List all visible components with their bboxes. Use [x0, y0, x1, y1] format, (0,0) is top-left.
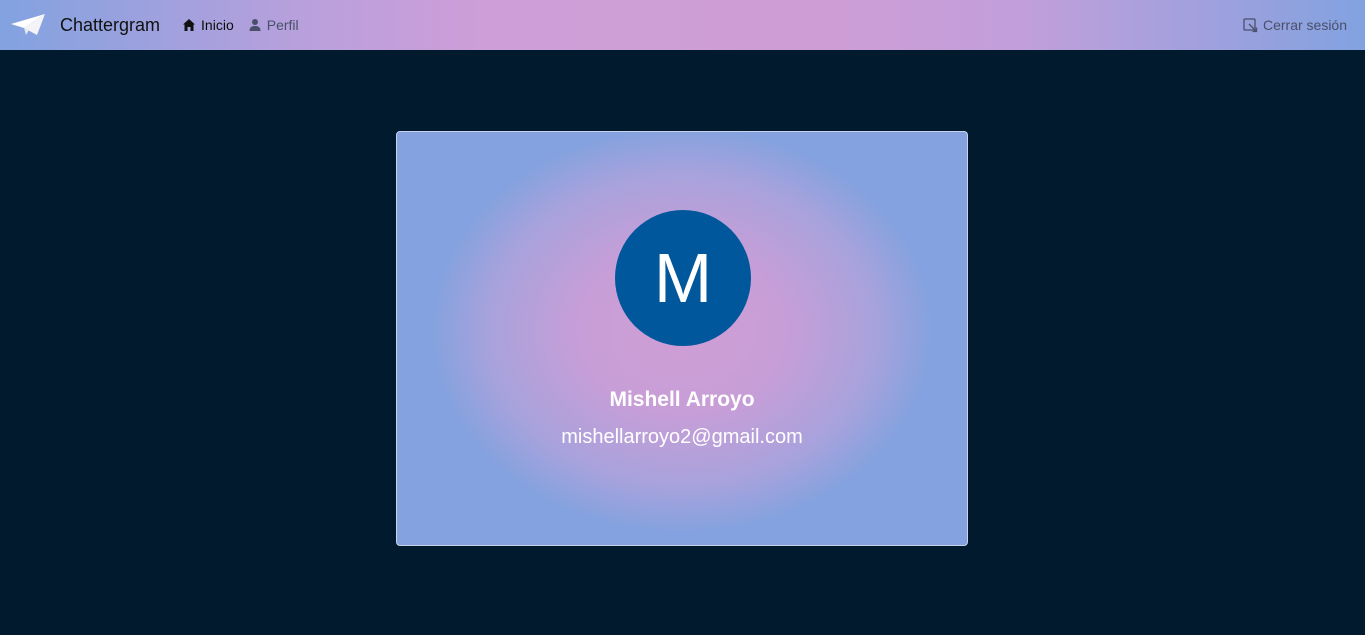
nav-link-perfil-label: Perfil [266, 17, 299, 33]
avatar: M [615, 210, 751, 346]
brand-name: Chattergram [60, 14, 161, 35]
logout-button[interactable]: Cerrar sesión [1243, 0, 1347, 50]
nav-link-perfil[interactable]: Perfil [248, 17, 299, 33]
nav-link-inicio[interactable]: Inicio [182, 17, 234, 33]
nav-link-inicio-label: Inicio [201, 17, 234, 33]
user-icon [248, 18, 262, 32]
logout-icon [1243, 17, 1258, 33]
top-navbar: Chattergram Inicio Perfil Cerrar sesión [0, 0, 1365, 50]
user-email: mishellarroyo2@gmail.com [561, 426, 803, 448]
user-name: Mishell Arroyo [609, 388, 755, 411]
logout-label: Cerrar sesión [1262, 17, 1347, 33]
nav-links: Inicio Perfil [182, 17, 313, 33]
paper-plane-icon [10, 13, 46, 37]
brand-link[interactable]: Chattergram [10, 13, 160, 37]
home-icon [182, 18, 196, 32]
profile-card: M Mishell Arroyo mishellarroyo2@gmail.co… [396, 131, 968, 546]
